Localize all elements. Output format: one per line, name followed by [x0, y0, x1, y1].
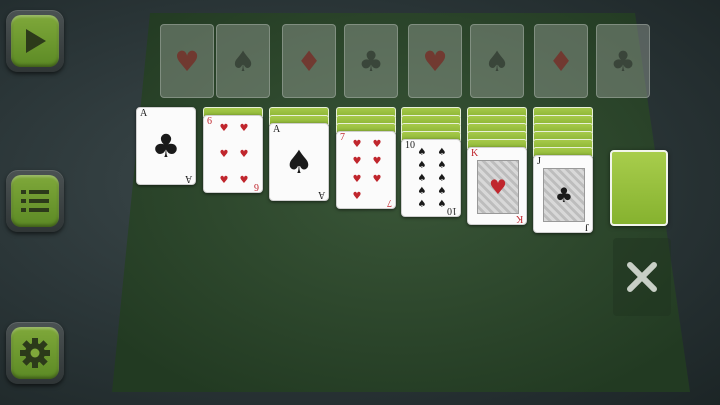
card-rank: A	[140, 108, 148, 119]
pip-suit-icon: ♥	[239, 149, 249, 160]
card-pips: ♠ ♠ ♠ ♠ ♠ ♠ ♠ ♠ ♠ ♠	[412, 148, 452, 210]
foundation-pile[interactable]: ♠	[470, 24, 524, 98]
pip-suit-icon: ♥	[372, 173, 382, 185]
foundation-suit-icon: ♥	[422, 44, 448, 78]
card-rank: A	[273, 124, 281, 135]
card-suit-icon: ♥	[489, 175, 507, 199]
pip-suit-icon: ♠	[417, 199, 427, 210]
card-pips: ♥ ♥ ♥ ♥ ♥ ♥ ♥	[347, 140, 387, 202]
foundation-suit-icon: ♠	[230, 44, 256, 78]
pip-suit-icon: ♠	[437, 173, 447, 184]
foundation-suit-icon: ♦	[548, 44, 574, 78]
pip-suit-icon: ♠	[437, 199, 447, 210]
stock-pile[interactable]	[610, 150, 668, 226]
tableau-card[interactable]: 7 7 ♥ ♥ ♥ ♥ ♥ ♥ ♥	[336, 131, 396, 209]
pip-suit-icon: ♠	[437, 186, 447, 197]
pip-suit-icon: ♠	[437, 147, 447, 158]
foundation-pile[interactable]: ♥	[408, 24, 462, 98]
foundation-pile[interactable]: ♣	[596, 24, 650, 98]
foundation-suit-icon: ♥	[174, 44, 200, 78]
card-rank: J	[537, 156, 541, 167]
card-suit-icon: ♣	[151, 127, 181, 165]
foundation-pile[interactable]: ♠	[216, 24, 270, 98]
settings-button[interactable]	[6, 322, 64, 384]
pip-suit-icon: ♠	[417, 173, 427, 184]
card-rank-bottom: J	[585, 221, 589, 232]
card-rank-bottom: A	[184, 173, 192, 184]
tableau-card[interactable]: J J ♣	[533, 155, 593, 233]
card-rank-bottom: 6	[254, 181, 259, 192]
foundation-pile[interactable]: ♥	[160, 24, 214, 98]
card-pips: ♥ ♥ ♥ ♥ ♥ ♥	[214, 124, 254, 186]
card-suit-icon: ♣	[555, 183, 573, 207]
tableau-card[interactable]: A A ♣	[136, 107, 196, 185]
pip-suit-icon: ♥	[372, 156, 382, 168]
pip-suit-icon: ♠	[417, 186, 427, 197]
close-icon	[627, 262, 657, 292]
foundation-suit-icon: ♦	[296, 44, 322, 78]
pip-suit-icon: ♥	[219, 123, 229, 134]
tableau-card[interactable]: 6 6 ♥ ♥ ♥ ♥ ♥ ♥	[203, 115, 263, 193]
pip-suit-icon: ♥	[219, 175, 229, 186]
foundation-pile[interactable]: ♦	[534, 24, 588, 98]
play-button[interactable]	[6, 10, 64, 72]
card-rank: 7	[340, 132, 345, 143]
tableau-card[interactable]: 10 10 ♠ ♠ ♠ ♠ ♠ ♠ ♠ ♠ ♠ ♠	[401, 139, 461, 217]
menu-button[interactable]	[6, 170, 64, 232]
pip-suit-icon: ♠	[417, 160, 427, 171]
card-rank-bottom: K	[515, 213, 523, 224]
card-rank-bottom: A	[317, 189, 325, 200]
pip-suit-icon: ♠	[437, 160, 447, 171]
foundation-pile[interactable]: ♦	[282, 24, 336, 98]
tableau-card[interactable]: A A ♠	[269, 123, 329, 201]
card-rank-bottom: 7	[387, 197, 392, 208]
card-suit-icon: ♠	[284, 143, 314, 181]
pip-suit-icon: ♠	[417, 147, 427, 158]
waste-pile[interactable]	[613, 238, 671, 316]
foundation-pile[interactable]: ♣	[344, 24, 398, 98]
card-rank: 6	[207, 116, 212, 127]
foundation-suit-icon: ♣	[610, 44, 636, 78]
menu-icon	[21, 190, 49, 212]
tableau-card[interactable]: K K ♥	[467, 147, 527, 225]
pip-suit-icon: ♥	[352, 190, 362, 202]
pip-suit-icon: ♥	[372, 139, 382, 150]
foundation-suit-icon: ♣	[358, 44, 384, 78]
foundation-suit-icon: ♠	[484, 44, 510, 78]
pip-suit-icon: ♥	[352, 139, 362, 150]
pip-suit-icon: ♥	[352, 173, 362, 185]
face-card-art: ♣	[543, 168, 585, 222]
card-rank: K	[471, 148, 479, 159]
face-card-art: ♥	[477, 160, 519, 214]
pip-suit-icon: ♥	[239, 175, 249, 186]
pip-suit-icon: ♥	[239, 123, 249, 134]
gear-icon	[20, 338, 50, 368]
play-icon	[26, 29, 46, 53]
pip-suit-icon: ♥	[352, 156, 362, 168]
pip-suit-icon: ♥	[219, 149, 229, 160]
